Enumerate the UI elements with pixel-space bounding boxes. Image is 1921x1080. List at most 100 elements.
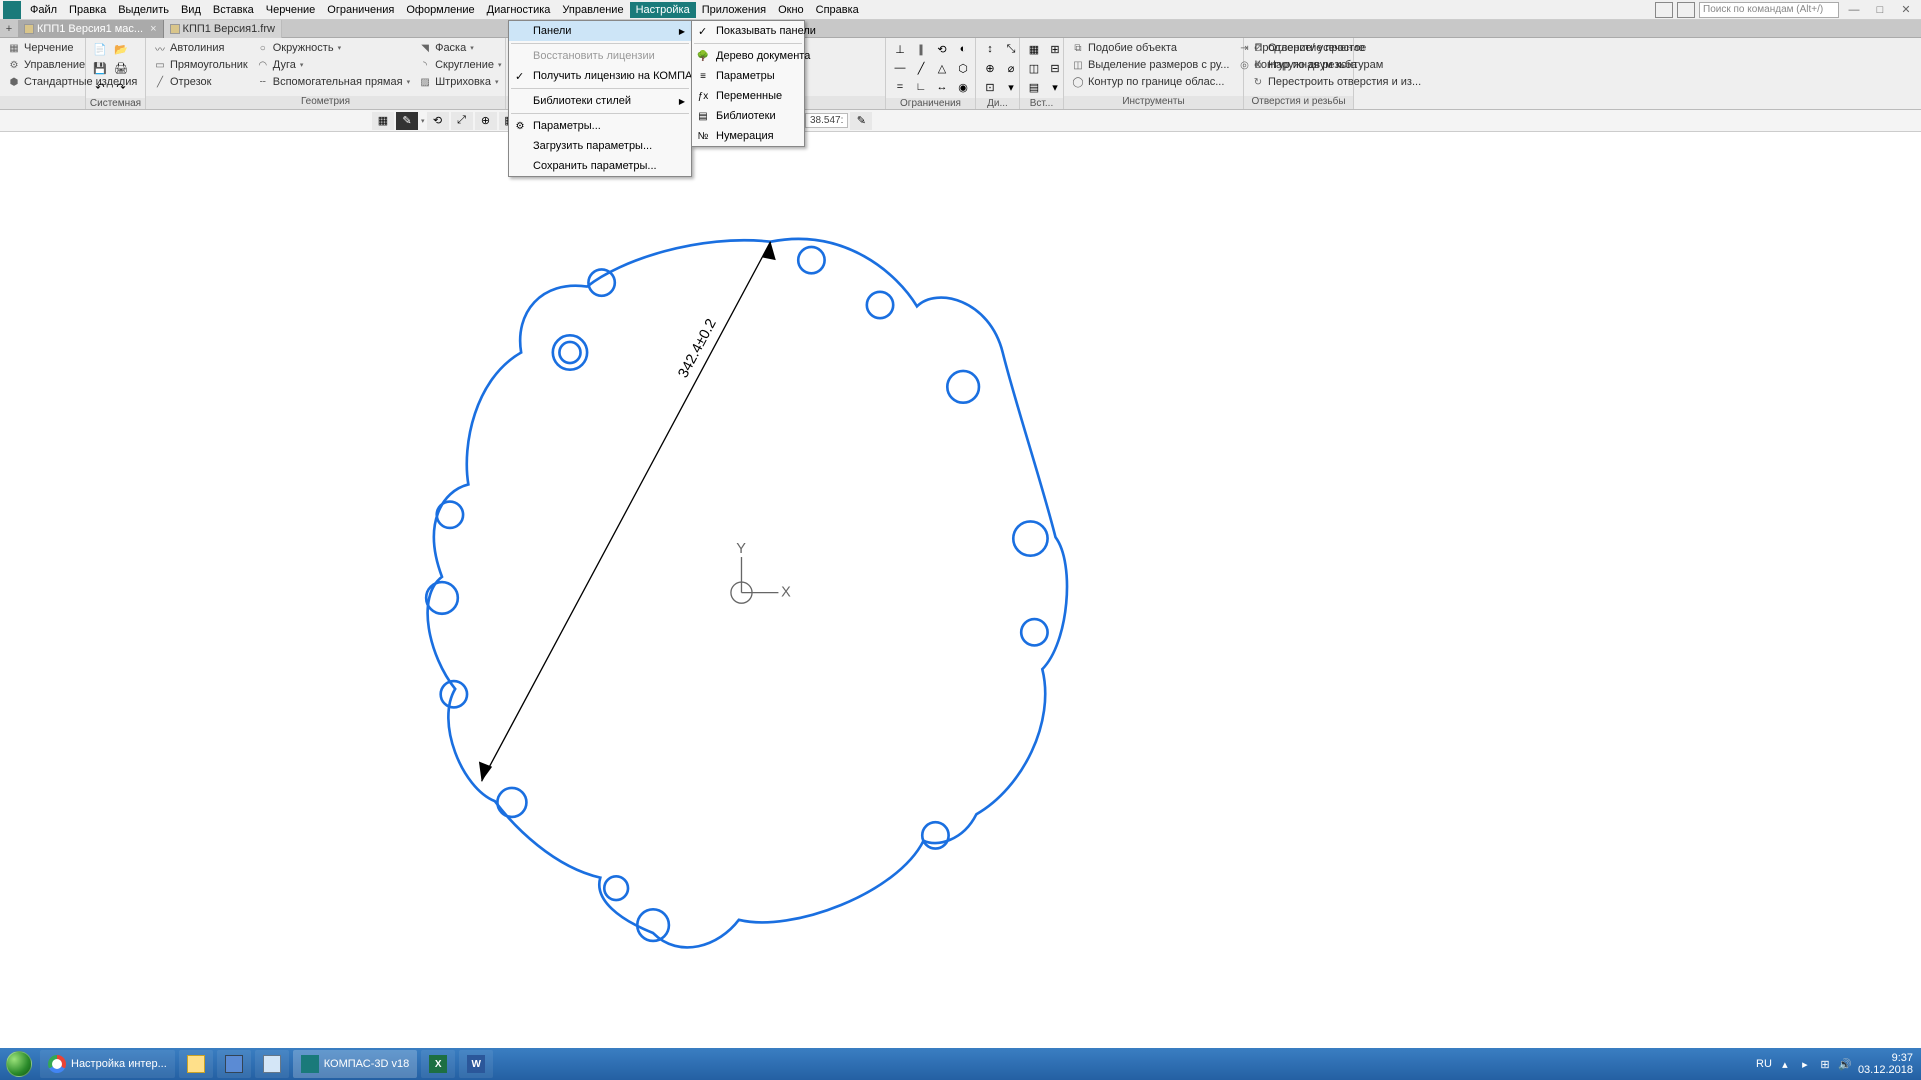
btn-select-dims[interactable]: ◫Выделение размеров с ру...	[1068, 57, 1232, 73]
lang-indicator[interactable]: RU	[1756, 1058, 1772, 1070]
c-icon[interactable]: ⊥	[890, 40, 910, 58]
dropdown-icon[interactable]: ▾	[421, 117, 425, 125]
i-icon[interactable]: ▾	[1045, 78, 1065, 96]
c-icon[interactable]: ∥	[911, 40, 931, 58]
menu-manage[interactable]: Управление	[556, 2, 629, 18]
c-icon[interactable]: ↔	[932, 78, 952, 96]
layout-icon-1[interactable]	[1655, 2, 1673, 18]
d-icon[interactable]: ⤡	[1001, 40, 1021, 58]
btn-rebuild-holes[interactable]: ↻Перестроить отверстия и из...	[1248, 74, 1424, 90]
menu-style-libs[interactable]: Библиотеки стилей▶	[509, 91, 691, 111]
clock[interactable]: 9:37 03.12.2018	[1858, 1052, 1913, 1076]
menu-format[interactable]: Оформление	[400, 2, 480, 18]
c-icon[interactable]: ◐	[953, 40, 973, 58]
task-chrome[interactable]: Настройка интер...	[40, 1050, 175, 1078]
btn-circle[interactable]: ○Окружность▾	[253, 40, 413, 56]
d-icon[interactable]: ↕	[980, 40, 1000, 58]
tab-1[interactable]: КПП1 Версия1 мас... ×	[18, 20, 164, 38]
t2-btn[interactable]: ⤢	[451, 112, 473, 130]
i-icon[interactable]: ⊟	[1045, 59, 1065, 77]
task-save[interactable]	[217, 1050, 251, 1078]
search-input[interactable]: Поиск по командам (Alt+/)	[1699, 2, 1839, 18]
menu-save-params[interactable]: Сохранить параметры...	[509, 156, 691, 176]
i-icon[interactable]: ◫	[1024, 59, 1044, 77]
menu-help[interactable]: Справка	[810, 2, 865, 18]
menu-draw[interactable]: Черчение	[260, 2, 322, 18]
menu-select[interactable]: Выделить	[112, 2, 175, 18]
submenu-vars[interactable]: ƒxПеременные	[692, 86, 804, 106]
menu-panels[interactable]: Панели▶	[509, 21, 691, 41]
layout-icon-2[interactable]	[1677, 2, 1695, 18]
c-icon[interactable]: ∟	[911, 78, 931, 96]
sound-icon[interactable]: 🔊	[1838, 1057, 1852, 1071]
btn-arc[interactable]: ◠Дуга▾	[253, 57, 413, 73]
open-icon[interactable]: 📂	[111, 40, 131, 58]
menu-diagnostics[interactable]: Диагностика	[481, 2, 557, 18]
menu-params[interactable]: ⚙Параметры...	[509, 116, 691, 136]
c-icon[interactable]: ⟲	[932, 40, 952, 58]
btn-segment[interactable]: ╱Отрезок	[150, 74, 251, 90]
menu-settings[interactable]: Настройка	[630, 2, 696, 18]
t2-btn[interactable]: ✎	[396, 112, 418, 130]
btn-autoline[interactable]: 〰Автолиния	[150, 40, 251, 56]
tab-close[interactable]: ×	[150, 23, 156, 35]
minimize-button[interactable]: —	[1843, 2, 1865, 18]
menu-edit[interactable]: Правка	[63, 2, 112, 18]
d-icon[interactable]: ⊡	[980, 78, 1000, 96]
submenu-numbering[interactable]: №Нумерация	[692, 126, 804, 146]
c-icon[interactable]: —	[890, 59, 910, 77]
maximize-button[interactable]: □	[1869, 2, 1891, 18]
btn-similar[interactable]: ⧉Подобие объекта	[1068, 40, 1232, 56]
c-icon[interactable]: ◉	[953, 78, 973, 96]
submenu-doc-tree[interactable]: 🌳Дерево документа	[692, 46, 804, 66]
i-icon[interactable]: ▦	[1024, 40, 1044, 58]
menu-window[interactable]: Окно	[772, 2, 810, 18]
menu-constraints[interactable]: Ограничения	[321, 2, 400, 18]
flag-icon[interactable]: ▸	[1798, 1057, 1812, 1071]
menu-load-params[interactable]: Загрузить параметры...	[509, 136, 691, 156]
close-button[interactable]: ✕	[1895, 2, 1917, 18]
menu-file[interactable]: Файл	[24, 2, 63, 18]
task-word[interactable]: W	[459, 1050, 493, 1078]
drawing-canvas[interactable]: 342.4±0.2 X Y	[0, 132, 1921, 1048]
undo-icon[interactable]: ↶	[90, 78, 110, 96]
i-icon[interactable]: ⊞	[1045, 40, 1065, 58]
redo-icon[interactable]: ↷	[111, 78, 131, 96]
save-icon[interactable]: 💾	[90, 59, 110, 77]
btn-boundary[interactable]: ◯Контур по границе облас...	[1068, 74, 1232, 90]
c-icon[interactable]: =	[890, 78, 910, 96]
c-icon[interactable]: ⬡	[953, 59, 973, 77]
tray-arrow-icon[interactable]: ▴	[1778, 1057, 1792, 1071]
tab-2[interactable]: КПП1 Версия1.frw	[164, 20, 282, 38]
c-icon[interactable]: ╱	[911, 59, 931, 77]
t2-btn[interactable]: ⟲	[427, 112, 449, 130]
submenu-show-panels[interactable]: ✓Показывать панели	[692, 21, 804, 41]
submenu-params[interactable]: ≡Параметры	[692, 66, 804, 86]
t2-btn[interactable]: ⊕	[475, 112, 497, 130]
task-kompas[interactable]: КОМПАС-3D v18	[293, 1050, 417, 1078]
c-icon[interactable]: △	[932, 59, 952, 77]
menu-apps[interactable]: Приложения	[696, 2, 772, 18]
btn-rectangle[interactable]: ▭Прямоугольник	[150, 57, 251, 73]
menu-view[interactable]: Вид	[175, 2, 207, 18]
print-icon[interactable]: 🖨	[111, 59, 131, 77]
t2-btn[interactable]: ▦	[372, 112, 394, 130]
btn-hatch[interactable]: ▨Штриховка▾	[415, 74, 504, 90]
d-icon[interactable]: ⌀	[1001, 59, 1021, 77]
edit-icon[interactable]: ✎	[850, 112, 872, 130]
network-icon[interactable]: ⊞	[1818, 1057, 1832, 1071]
i-icon[interactable]: ▤	[1024, 78, 1044, 96]
task-explorer[interactable]	[179, 1050, 213, 1078]
new-tab-button[interactable]: +	[0, 20, 18, 38]
task-excel[interactable]: X	[421, 1050, 455, 1078]
btn-aux-line[interactable]: ╌Вспомогательная прямая▾	[253, 74, 413, 90]
task-calc[interactable]	[255, 1050, 289, 1078]
new-icon[interactable]: 📄	[90, 40, 110, 58]
menu-insert[interactable]: Вставка	[207, 2, 260, 18]
btn-hole-simple[interactable]: ⊘Отверстие простое	[1248, 40, 1424, 56]
d-icon[interactable]: ▾	[1001, 78, 1021, 96]
btn-thread[interactable]: ⊗Наружная резьба	[1248, 57, 1424, 73]
d-icon[interactable]: ⊕	[980, 59, 1000, 77]
start-button[interactable]	[0, 1048, 38, 1080]
btn-chamfer[interactable]: ◥Фаска▾	[415, 40, 504, 56]
